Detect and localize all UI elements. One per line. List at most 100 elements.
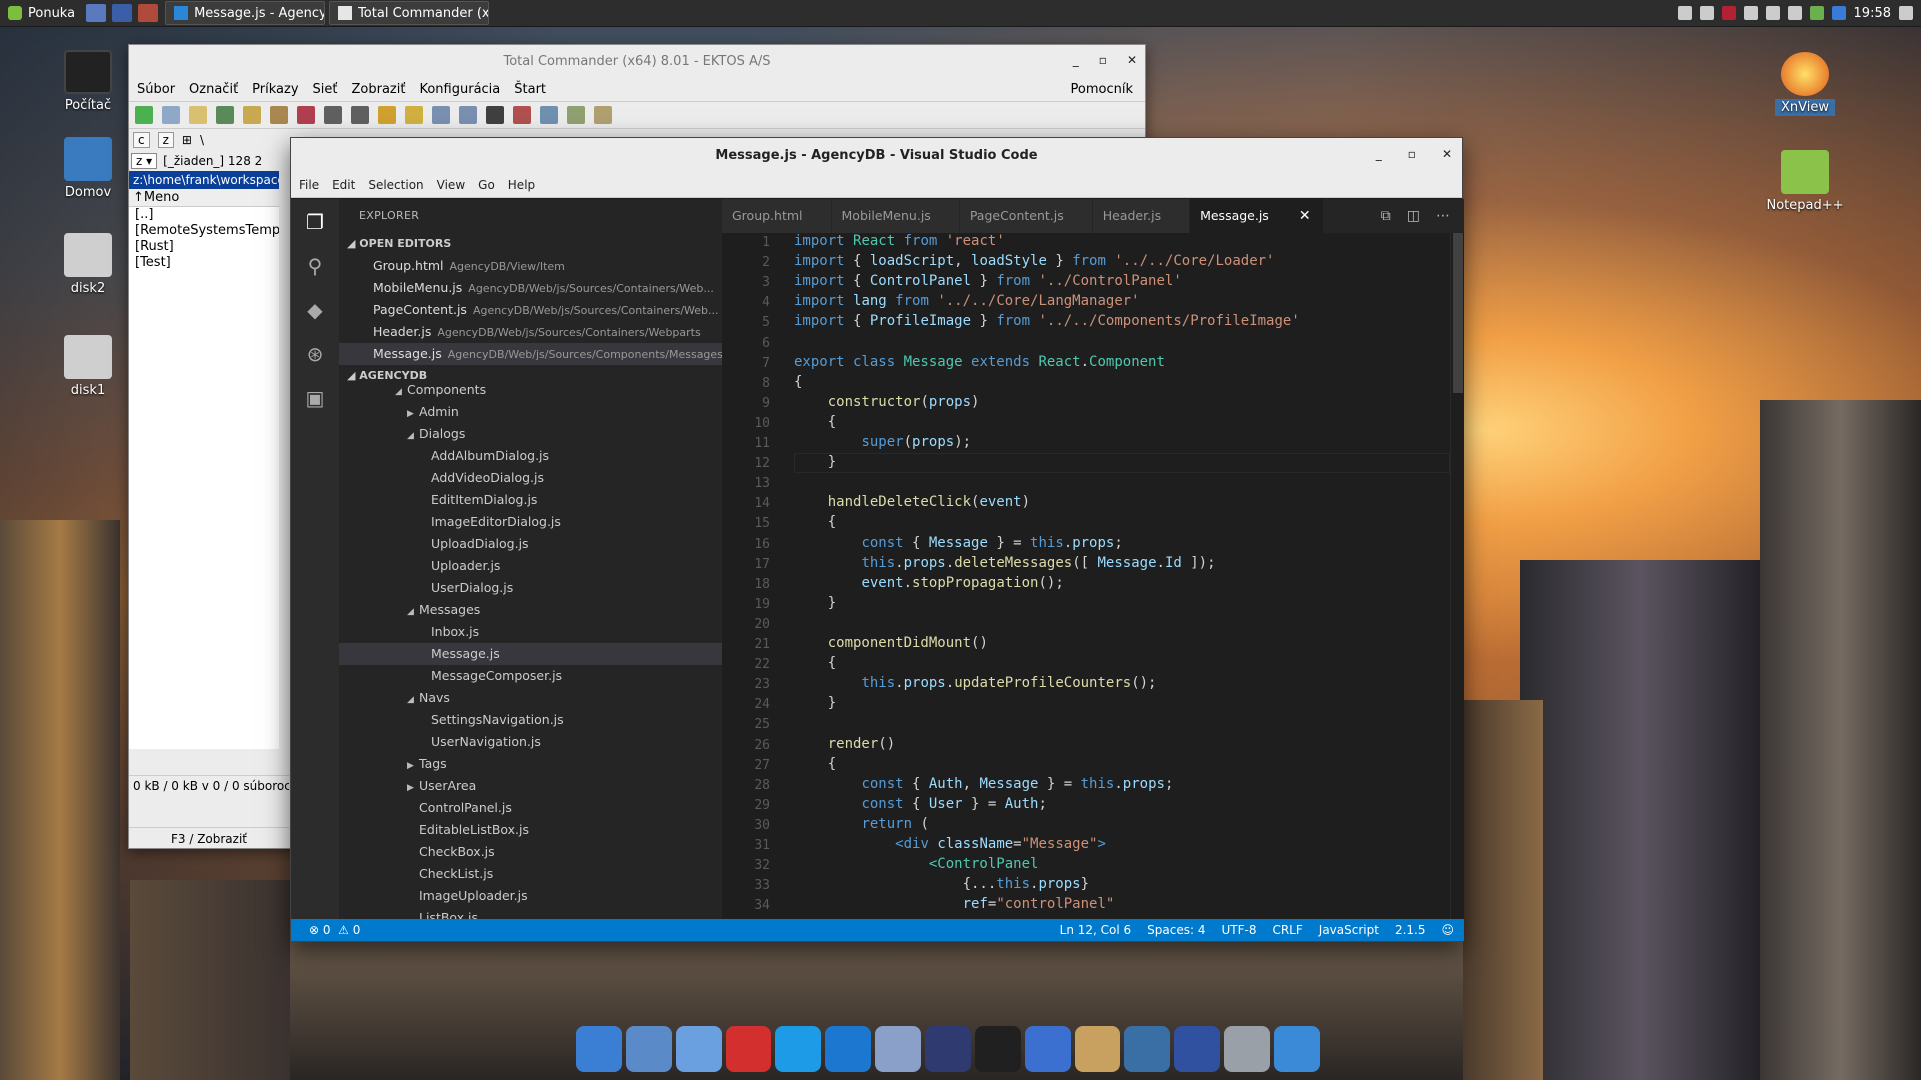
editor-scrollbar[interactable]	[1450, 233, 1464, 920]
encoding[interactable]: UTF-8	[1221, 923, 1256, 937]
minimize-icon[interactable]: _	[1073, 53, 1079, 67]
tree-item[interactable]: UploadDialog.js	[339, 533, 722, 555]
close-icon[interactable]: ✕	[1442, 147, 1452, 161]
tree-item[interactable]: UserDialog.js	[339, 577, 722, 599]
search-icon[interactable]: ⚲	[302, 253, 328, 279]
ftp-icon[interactable]	[540, 106, 558, 124]
tree-item[interactable]: CheckList.js	[339, 863, 722, 885]
network-icon[interactable]	[1899, 6, 1913, 20]
indentation[interactable]: Spaces: 4	[1147, 923, 1205, 937]
explorer-icon[interactable]: ❐	[302, 209, 328, 235]
settings-icon[interactable]	[875, 1026, 922, 1072]
save-icon[interactable]	[1174, 1026, 1221, 1072]
menu-selection[interactable]: Selection	[368, 178, 423, 192]
cursor-position[interactable]: Ln 12, Col 6	[1060, 923, 1132, 937]
clock[interactable]: 19:58	[1854, 6, 1891, 21]
files-icon[interactable]	[625, 1026, 672, 1072]
root-button[interactable]: \	[200, 133, 204, 147]
tree-item[interactable]: ▶ Tags	[339, 753, 722, 775]
tree-item[interactable]: ◢ Navs	[339, 687, 722, 709]
maximize-icon[interactable]: ▫	[1408, 147, 1416, 161]
menu-help[interactable]: Help	[508, 178, 535, 192]
menu-view[interactable]: View	[437, 178, 465, 192]
tc-menu-show[interactable]: Zobraziť	[352, 82, 406, 97]
close-icon[interactable]: ✕	[1127, 53, 1137, 67]
tree-item[interactable]: ControlPanel.js	[339, 797, 722, 819]
desktop-icon-notepadpp[interactable]: Notepad++	[1760, 150, 1850, 213]
tree-item[interactable]: ◢ Dialogs	[339, 423, 722, 445]
tree-item[interactable]: ImageEditorDialog.js	[339, 511, 722, 533]
drive-select[interactable]: z ▾	[131, 153, 158, 169]
taskbar-item-total-commander[interactable]: Total Commander (x...	[329, 1, 490, 25]
code-editor[interactable]: 1 import React from 'react' 2 import { load…	[722, 233, 1450, 920]
tree-item[interactable]: AddAlbumDialog.js	[339, 445, 722, 467]
notepad-icon[interactable]	[594, 106, 612, 124]
multi-rename-icon[interactable]	[513, 106, 531, 124]
full-view-icon[interactable]	[189, 106, 207, 124]
eclipse-icon[interactable]	[925, 1026, 971, 1072]
tree-item[interactable]: SettingsNavigation.js	[339, 709, 722, 731]
feedback-smiley-icon[interactable]: ☺	[1441, 923, 1454, 937]
drive-c-button[interactable]: c	[133, 132, 150, 148]
pen-icon[interactable]	[1743, 6, 1758, 20]
tree-item[interactable]: ◢ Messages	[339, 599, 722, 621]
tc-menu-file[interactable]: Súbor	[137, 82, 175, 97]
tab-pagecontent-js[interactable]: PageContent.js	[959, 199, 1093, 233]
tree-item[interactable]: EditableListBox.js	[339, 819, 722, 841]
network-icon[interactable]	[1124, 1026, 1171, 1072]
tc-menu-config[interactable]: Konfigurácia	[419, 82, 500, 97]
chromium-icon[interactable]	[675, 1026, 722, 1072]
tab-mobilemenu-js[interactable]: MobileMenu.js	[831, 199, 960, 233]
tree-item[interactable]: Message.js	[339, 643, 722, 665]
qbittorrent-icon[interactable]	[1024, 1026, 1071, 1072]
tree-item[interactable]: ▶ Admin	[339, 401, 722, 423]
line-endings[interactable]: CRLF	[1272, 923, 1302, 937]
more-actions-icon[interactable]: ⋯	[1436, 208, 1450, 224]
url-icon[interactable]	[567, 106, 585, 124]
search-icon[interactable]	[486, 106, 504, 124]
tc-menu-help[interactable]: Pomocník	[1071, 82, 1133, 97]
current-path[interactable]: z:\home\frank\workspace	[129, 171, 279, 189]
taskbar-item-vscode[interactable]: Message.js - Agency...	[165, 1, 326, 25]
tree-item[interactable]: AddVideoDialog.js	[339, 467, 722, 489]
list-item[interactable]: [RemoteSystemsTemp	[129, 223, 279, 239]
list-item[interactable]: [..]	[129, 207, 279, 223]
refresh-icon[interactable]	[135, 106, 153, 124]
tab-message-js[interactable]: Message.js ✕	[1190, 199, 1324, 233]
tree-item[interactable]: CheckBox.js	[339, 841, 722, 863]
select-icon[interactable]	[297, 106, 315, 124]
tc-menu-start[interactable]: Štart	[514, 82, 546, 97]
scrollbar-thumb[interactable]	[1453, 233, 1463, 393]
tc-menu-mark[interactable]: Označiť	[189, 82, 238, 97]
user-icon[interactable]	[1677, 6, 1692, 20]
tree-icon[interactable]	[243, 106, 261, 124]
security-shield-icon[interactable]	[1831, 6, 1846, 20]
launcher-icon[interactable]	[138, 4, 159, 22]
problems-indicator[interactable]: ⊗ 0 ⚠ 0	[309, 923, 360, 937]
list-item[interactable]: [Rust]	[129, 239, 279, 255]
desktop-icon-xnview[interactable]: XnView	[1760, 52, 1850, 116]
archive-icon[interactable]	[1074, 1026, 1121, 1072]
tree-item[interactable]: ▶ UserArea	[339, 775, 722, 797]
open-editor-item[interactable]: Header.js AgencyDB/Web/js/Sources/Contain…	[339, 321, 722, 343]
tab-group-html[interactable]: Group.html	[722, 199, 832, 233]
trash-icon[interactable]	[1224, 1026, 1271, 1072]
tree-item[interactable]: EditItemDialog.js	[339, 489, 722, 511]
drive-z-button[interactable]: z	[157, 132, 174, 148]
split-editor-icon[interactable]: ◫	[1407, 208, 1420, 224]
sync-icon[interactable]	[459, 106, 477, 124]
tree-item[interactable]: UserNavigation.js	[339, 731, 722, 753]
extensions-icon[interactable]: ▣	[302, 385, 328, 411]
tc-menu-net[interactable]: Sieť	[313, 82, 338, 97]
thumbnails-icon[interactable]	[216, 106, 234, 124]
brightness-icon[interactable]	[1787, 6, 1802, 20]
desktop-icon-home[interactable]: Domov	[43, 137, 133, 200]
start-menu-button[interactable]: Ponuka	[0, 0, 83, 27]
terminal-icon[interactable]	[974, 1026, 1021, 1072]
tree-item[interactable]: Uploader.js	[339, 555, 722, 577]
f3-view-button[interactable]: F3 / Zobraziť	[129, 827, 289, 849]
desktop-icon-computer[interactable]: Počítač	[43, 50, 133, 113]
pack-icon[interactable]	[378, 106, 396, 124]
tree-item[interactable]: ◢ Components	[339, 379, 722, 401]
sort-icon[interactable]	[270, 106, 288, 124]
